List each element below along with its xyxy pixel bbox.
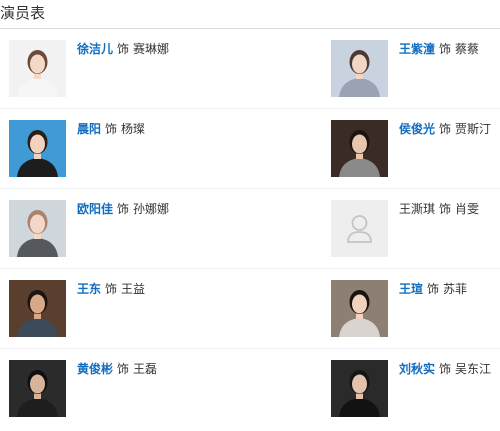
actor-name-link[interactable]: 侯俊光: [399, 122, 435, 136]
cast-entry-text: 欧阳佳饰孙娜娜: [77, 201, 169, 217]
actor-name-link[interactable]: 黄俊彬: [77, 362, 113, 376]
role-name: 苏菲: [443, 282, 468, 296]
as-label: 饰: [105, 122, 118, 136]
actor-photo[interactable]: [331, 120, 388, 177]
as-label: 饰: [439, 362, 452, 376]
role-name: 贾斯汀: [455, 122, 492, 136]
cast-entry-text: 刘秋实饰吴东江: [399, 361, 491, 377]
cast-entry-text: 黄俊彬饰王磊: [77, 361, 157, 377]
actor-photo-image: [331, 360, 388, 417]
as-label: 饰: [117, 42, 130, 56]
actor-photo-image: [9, 360, 66, 417]
actor-photo[interactable]: [331, 40, 388, 97]
role-name: 杨璨: [121, 122, 146, 136]
actor-photo-image: [331, 120, 388, 177]
role-name: 王磊: [133, 362, 158, 376]
role-name: 王益: [121, 282, 146, 296]
user-placeholder-icon: [331, 200, 388, 257]
actor-name: 王澌琪: [399, 202, 436, 216]
actor-photo-image: [331, 40, 388, 97]
cast-entry-text: 侯俊光饰贾斯汀: [399, 121, 491, 137]
actor-photo-image: [9, 280, 66, 337]
role-name: 赛琳娜: [133, 42, 170, 56]
cast-entry-text: 徐洁儿饰赛琳娜: [77, 41, 169, 57]
role-name: 肖雯: [455, 202, 480, 216]
actor-photo[interactable]: [9, 280, 66, 337]
actor-photo-image: [9, 120, 66, 177]
actor-name-link[interactable]: 王瑄: [399, 282, 423, 296]
as-label: 饰: [439, 122, 452, 136]
cast-entry-text: 晨阳饰杨璨: [77, 121, 145, 137]
actor-name-link[interactable]: 王紫潼: [399, 42, 435, 56]
actor-photo[interactable]: [9, 200, 66, 257]
cast-row: 徐洁儿饰赛琳娜 王紫潼饰蔡蔡: [0, 29, 500, 109]
as-label: 饰: [439, 202, 452, 216]
actor-name-link[interactable]: 徐洁儿: [77, 42, 113, 56]
actor-photo[interactable]: [9, 120, 66, 177]
cast-row: 欧阳佳饰孙娜娜 王澌琪饰肖雯: [0, 189, 500, 269]
role-name: 蔡蔡: [455, 42, 480, 56]
actor-name-link[interactable]: 王东: [77, 282, 101, 296]
actor-photo[interactable]: [9, 40, 66, 97]
as-label: 饰: [105, 282, 118, 296]
cast-entry-text: 王澌琪饰肖雯: [399, 201, 479, 217]
actor-name-link[interactable]: 欧阳佳: [77, 202, 113, 216]
cast-entry-text: 王瑄饰苏菲: [399, 281, 467, 297]
as-label: 饰: [117, 362, 130, 376]
cast-entry-text: 王紫潼饰蔡蔡: [399, 41, 479, 57]
actor-photo-placeholder: [331, 200, 388, 257]
actor-photo-image: [9, 200, 66, 257]
cast-list: 徐洁儿饰赛琳娜 王紫潼饰蔡蔡 晨阳饰杨璨 侯俊光饰贾斯汀 欧阳佳饰孙娜娜 王澌琪饰肖雯 王东…: [0, 29, 500, 429]
as-label: 饰: [427, 282, 440, 296]
actor-name-link[interactable]: 晨阳: [77, 122, 101, 136]
actor-name-link[interactable]: 刘秋实: [399, 362, 435, 376]
actor-photo[interactable]: [9, 360, 66, 417]
role-name: 孙娜娜: [133, 202, 170, 216]
as-label: 饰: [117, 202, 130, 216]
actor-photo[interactable]: [331, 280, 388, 337]
cast-row: 王东饰王益 王瑄饰苏菲: [0, 269, 500, 349]
cast-row: 黄俊彬饰王磊 刘秋实饰吴东江: [0, 349, 500, 429]
actor-photo[interactable]: [331, 360, 388, 417]
as-label: 饰: [439, 42, 452, 56]
cast-list-title: 演员表: [0, 4, 46, 22]
actor-photo-image: [331, 280, 388, 337]
actor-photo-image: [9, 40, 66, 97]
role-name: 吴东江: [455, 362, 492, 376]
cast-entry-text: 王东饰王益: [77, 281, 145, 297]
cast-row: 晨阳饰杨璨 侯俊光饰贾斯汀: [0, 109, 500, 189]
